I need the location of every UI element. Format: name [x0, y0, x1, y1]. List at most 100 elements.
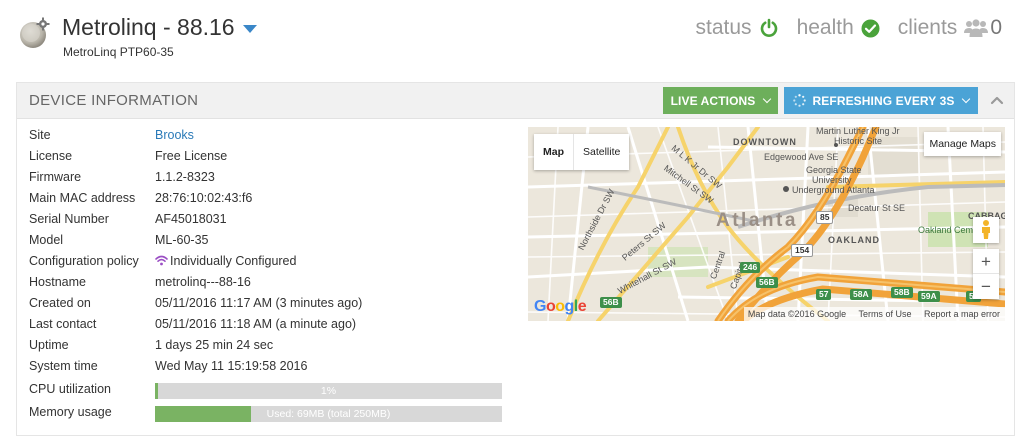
info-value: 05/11/2016 11:17 AM (3 minutes ago) [155, 296, 363, 310]
info-label: Uptime [29, 338, 69, 352]
info-label: Configuration policy [29, 254, 139, 268]
memory-usage-row: Memory usage Used: 69MB (total 250MB) [29, 405, 509, 426]
site-link[interactable]: Brooks [155, 128, 194, 142]
health-indicator[interactable]: health [797, 16, 880, 40]
live-actions-button[interactable]: LIVE ACTIONS [663, 87, 778, 114]
terms-of-use-link[interactable]: Terms of Use [858, 309, 911, 319]
device-title: Metrolinq - 88.16 [62, 14, 257, 41]
cpu-label: CPU utilization [29, 382, 111, 396]
map-label-edgewood: Edgewood Ave SE [764, 152, 839, 162]
check-circle-icon [861, 19, 880, 38]
site-map[interactable]: Atlanta DOWNTOWN Martin Luther King Jr H… [528, 127, 1005, 321]
info-row-site: Site Brooks [29, 128, 509, 149]
highway-shield: 154 [791, 244, 814, 257]
map-attribution: Map data ©2016 Google [747, 309, 847, 319]
device-title-text: Metrolinq - 88.16 [62, 14, 235, 40]
clients-count: 0 [990, 16, 1002, 39]
status-indicator[interactable]: status [696, 16, 779, 40]
page-header: Metrolinq - 88.16 MetroLinq PTP60-35 sta… [0, 0, 1024, 70]
map-city-label: Atlanta [716, 210, 798, 231]
info-value: Wed May 11 15:19:58 2016 [155, 359, 308, 373]
info-value: 28:76:10:02:43:f6 [155, 191, 253, 205]
info-label: Created on [29, 296, 91, 310]
chevron-down-icon [763, 94, 772, 103]
status-bar: status health clients 0 [678, 16, 1002, 40]
device-icon [18, 16, 52, 50]
map-tab-satellite[interactable]: Satellite [574, 134, 629, 170]
zoom-out-button[interactable]: − [973, 274, 999, 299]
info-label: Last contact [29, 317, 97, 331]
info-row-uptime: Uptime 1 days 25 min 24 sec [29, 338, 509, 359]
collapse-panel-icon[interactable] [989, 93, 1005, 107]
cpu-progress-text: 1% [320, 385, 337, 397]
panel-header: DEVICE INFORMATION LIVE ACTIONS REFRESHI… [17, 83, 1014, 119]
info-label: Model [29, 233, 64, 247]
google-logo: Google [534, 298, 587, 315]
info-value: 1 days 25 min 24 sec [155, 338, 274, 352]
highway-shield: 56B [600, 297, 622, 308]
status-label: status [695, 16, 752, 39]
highway-shield: 58A [850, 289, 872, 300]
info-row-firmware: Firmware 1.1.2-8323 [29, 170, 509, 191]
info-label: Serial Number [29, 212, 109, 226]
info-value: AF45018031 [155, 212, 227, 226]
info-row-system-time: System time Wed May 11 15:19:58 2016 [29, 359, 509, 380]
memory-progress-bar: Used: 69MB (total 250MB) [155, 406, 502, 422]
map-attribution-bar: Map data ©2016 Google Terms of Use Repor… [743, 307, 1005, 321]
clients-indicator[interactable]: clients 0 [898, 16, 1002, 40]
info-label: Site [29, 128, 51, 142]
refresh-interval-label: REFRESHING EVERY 3S [812, 93, 955, 108]
info-label: License [29, 149, 73, 163]
report-map-error-link[interactable]: Report a map error [924, 309, 1000, 319]
device-model: MetroLinq PTP60-35 [63, 45, 174, 59]
map-type-tabs: Map Satellite [534, 134, 630, 170]
live-actions-label: LIVE ACTIONS [670, 93, 756, 108]
spinner-icon [792, 94, 806, 107]
info-label: Main MAC address [29, 191, 136, 205]
wifi-icon [155, 255, 168, 269]
cpu-progress-bar: 1% [155, 383, 502, 399]
highway-shield: 56B [756, 277, 778, 288]
map-label-underground: Underground Atlanta [792, 185, 875, 195]
info-row-license: License Free License [29, 149, 509, 170]
users-icon [964, 18, 989, 38]
info-label: System time [29, 359, 98, 373]
refresh-interval-button[interactable]: REFRESHING EVERY 3S [784, 87, 978, 114]
power-icon [759, 18, 779, 38]
manage-maps-button[interactable]: Manage Maps [924, 132, 1001, 156]
info-row-mac: Main MAC address 28:76:10:02:43:f6 [29, 191, 509, 212]
info-value: metrolinq---88-16 [155, 275, 251, 289]
highway-shield: 58B [891, 287, 913, 298]
cpu-utilization-row: CPU utilization 1% [29, 382, 509, 403]
map-tab-map[interactable]: Map [534, 134, 574, 170]
highway-shield: 57 [816, 289, 832, 300]
info-label: Firmware [29, 170, 82, 184]
info-value-wrap: Individually Configured [155, 254, 296, 269]
zoom-in-button[interactable]: + [973, 249, 999, 274]
info-label: Hostname [29, 275, 86, 289]
chevron-down-icon [962, 94, 971, 103]
highway-shield: 85 [816, 211, 834, 224]
map-label-oakland: OAKLAND [828, 235, 880, 245]
map-label-mlk: Martin Luther King Jr [816, 127, 900, 136]
device-information-panel: DEVICE INFORMATION LIVE ACTIONS REFRESHI… [16, 82, 1015, 436]
info-row-hostname: Hostname metrolinq---88-16 [29, 275, 509, 296]
map-label-gsu: Georgia State [806, 165, 862, 175]
memory-progress-text: Used: 69MB (total 250MB) [266, 408, 391, 420]
zoom-controls: + − [973, 249, 999, 299]
clients-label: clients [897, 16, 958, 39]
info-row-config-policy: Configuration policy Individually Config… [29, 254, 509, 275]
info-value: ML-60-35 [155, 233, 209, 247]
info-row-last-contact: Last contact 05/11/2016 11:18 AM (a minu… [29, 317, 509, 338]
highway-shield: 246 [740, 262, 761, 273]
map-label-mlk-site: Historic Site [834, 136, 883, 146]
config-policy-value: Individually Configured [170, 254, 297, 268]
highway-shield: 59A [918, 291, 940, 302]
title-dropdown-caret-icon[interactable] [242, 24, 257, 33]
memory-label: Memory usage [29, 405, 112, 419]
map-label-downtown: DOWNTOWN [733, 137, 797, 147]
map-label-decatur: Decatur St SE [848, 203, 906, 213]
info-row-model: Model ML-60-35 [29, 233, 509, 254]
info-row-serial: Serial Number AF45018031 [29, 212, 509, 233]
pegman-icon[interactable] [973, 217, 999, 243]
